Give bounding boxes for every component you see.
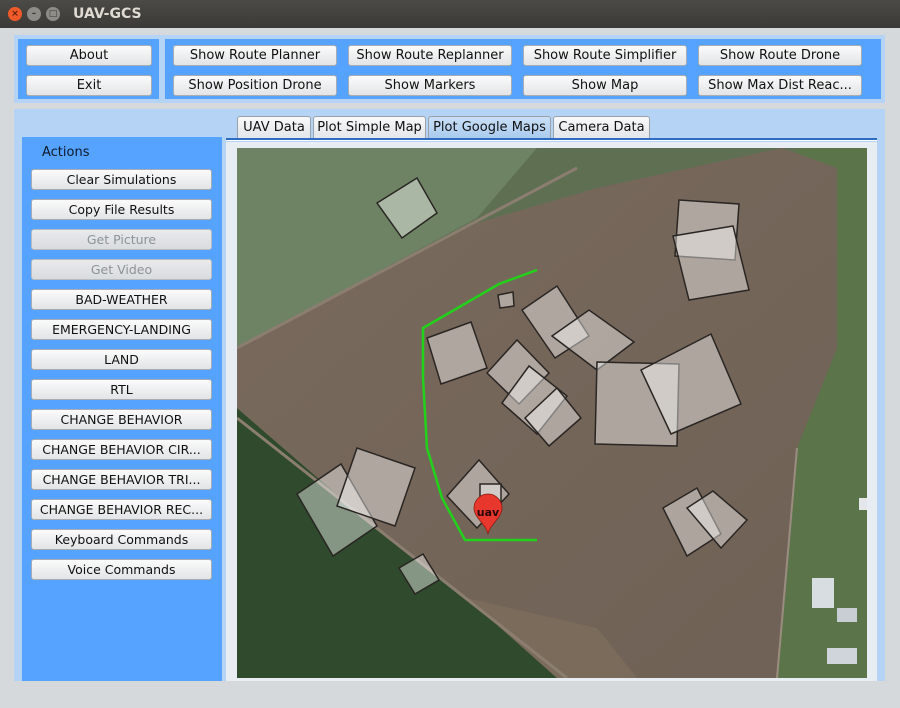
main-area: Actions Clear Simulations Copy File Resu… bbox=[14, 109, 885, 681]
right-button-group: Show Route Planner Show Route Replanner … bbox=[165, 39, 881, 99]
exit-button[interactable]: Exit bbox=[26, 75, 152, 96]
title-bar: × – □ UAV-GCS bbox=[0, 0, 900, 28]
tab-uav-data[interactable]: UAV Data bbox=[237, 116, 311, 138]
copy-file-results-button[interactable]: Copy File Results bbox=[31, 199, 212, 220]
show-route-simplifier-button[interactable]: Show Route Simplifier bbox=[523, 45, 687, 66]
get-video-button[interactable]: Get Video bbox=[31, 259, 212, 280]
emergency-landing-button[interactable]: EMERGENCY-LANDING bbox=[31, 319, 212, 340]
top-toolbar: About Exit Show Route Planner Show Route… bbox=[14, 35, 885, 103]
minimize-icon[interactable]: – bbox=[27, 7, 41, 21]
show-markers-button[interactable]: Show Markers bbox=[348, 75, 512, 96]
tab-underline bbox=[226, 138, 877, 141]
actions-title: Actions bbox=[42, 145, 90, 160]
obstacle bbox=[497, 291, 515, 309]
actions-sidebar: Actions Clear Simulations Copy File Resu… bbox=[22, 137, 222, 681]
show-route-replanner-button[interactable]: Show Route Replanner bbox=[348, 45, 512, 66]
close-icon[interactable]: × bbox=[8, 7, 22, 21]
tab-camera-data[interactable]: Camera Data bbox=[553, 116, 650, 138]
window-title: UAV-GCS bbox=[73, 6, 142, 22]
show-max-dist-reach-button[interactable]: Show Max Dist Reac... bbox=[698, 75, 862, 96]
clear-simulations-button[interactable]: Clear Simulations bbox=[31, 169, 212, 190]
show-map-button[interactable]: Show Map bbox=[523, 75, 687, 96]
tab-plot-simple-map[interactable]: Plot Simple Map bbox=[313, 116, 426, 138]
building-4 bbox=[859, 498, 867, 510]
building-1 bbox=[812, 578, 834, 608]
voice-commands-button[interactable]: Voice Commands bbox=[31, 559, 212, 580]
building-3 bbox=[827, 648, 857, 664]
about-button[interactable]: About bbox=[26, 45, 152, 66]
tab-plot-google-maps[interactable]: Plot Google Maps bbox=[428, 116, 551, 138]
building-2 bbox=[837, 608, 857, 622]
show-route-drone-button[interactable]: Show Route Drone bbox=[698, 45, 862, 66]
rtl-button[interactable]: RTL bbox=[31, 379, 212, 400]
land-button[interactable]: LAND bbox=[31, 349, 212, 370]
map-canvas[interactable]: uav bbox=[237, 148, 867, 678]
get-picture-button[interactable]: Get Picture bbox=[31, 229, 212, 250]
maximize-icon[interactable]: □ bbox=[46, 7, 60, 21]
keyboard-commands-button[interactable]: Keyboard Commands bbox=[31, 529, 212, 550]
satellite-map[interactable]: uav bbox=[237, 148, 867, 678]
change-behavior-rectangle-button[interactable]: CHANGE BEHAVIOR REC... bbox=[31, 499, 212, 520]
show-position-drone-button[interactable]: Show Position Drone bbox=[173, 75, 337, 96]
uav-marker-label: uav bbox=[477, 506, 500, 519]
change-behavior-button[interactable]: CHANGE BEHAVIOR bbox=[31, 409, 212, 430]
app-window: × – □ UAV-GCS About Exit Show Route Plan… bbox=[0, 0, 900, 708]
change-behavior-circle-button[interactable]: CHANGE BEHAVIOR CIR... bbox=[31, 439, 212, 460]
show-route-planner-button[interactable]: Show Route Planner bbox=[173, 45, 337, 66]
change-behavior-triangle-button[interactable]: CHANGE BEHAVIOR TRI... bbox=[31, 469, 212, 490]
bad-weather-button[interactable]: BAD-WEATHER bbox=[31, 289, 212, 310]
left-button-group: About Exit bbox=[18, 39, 159, 99]
